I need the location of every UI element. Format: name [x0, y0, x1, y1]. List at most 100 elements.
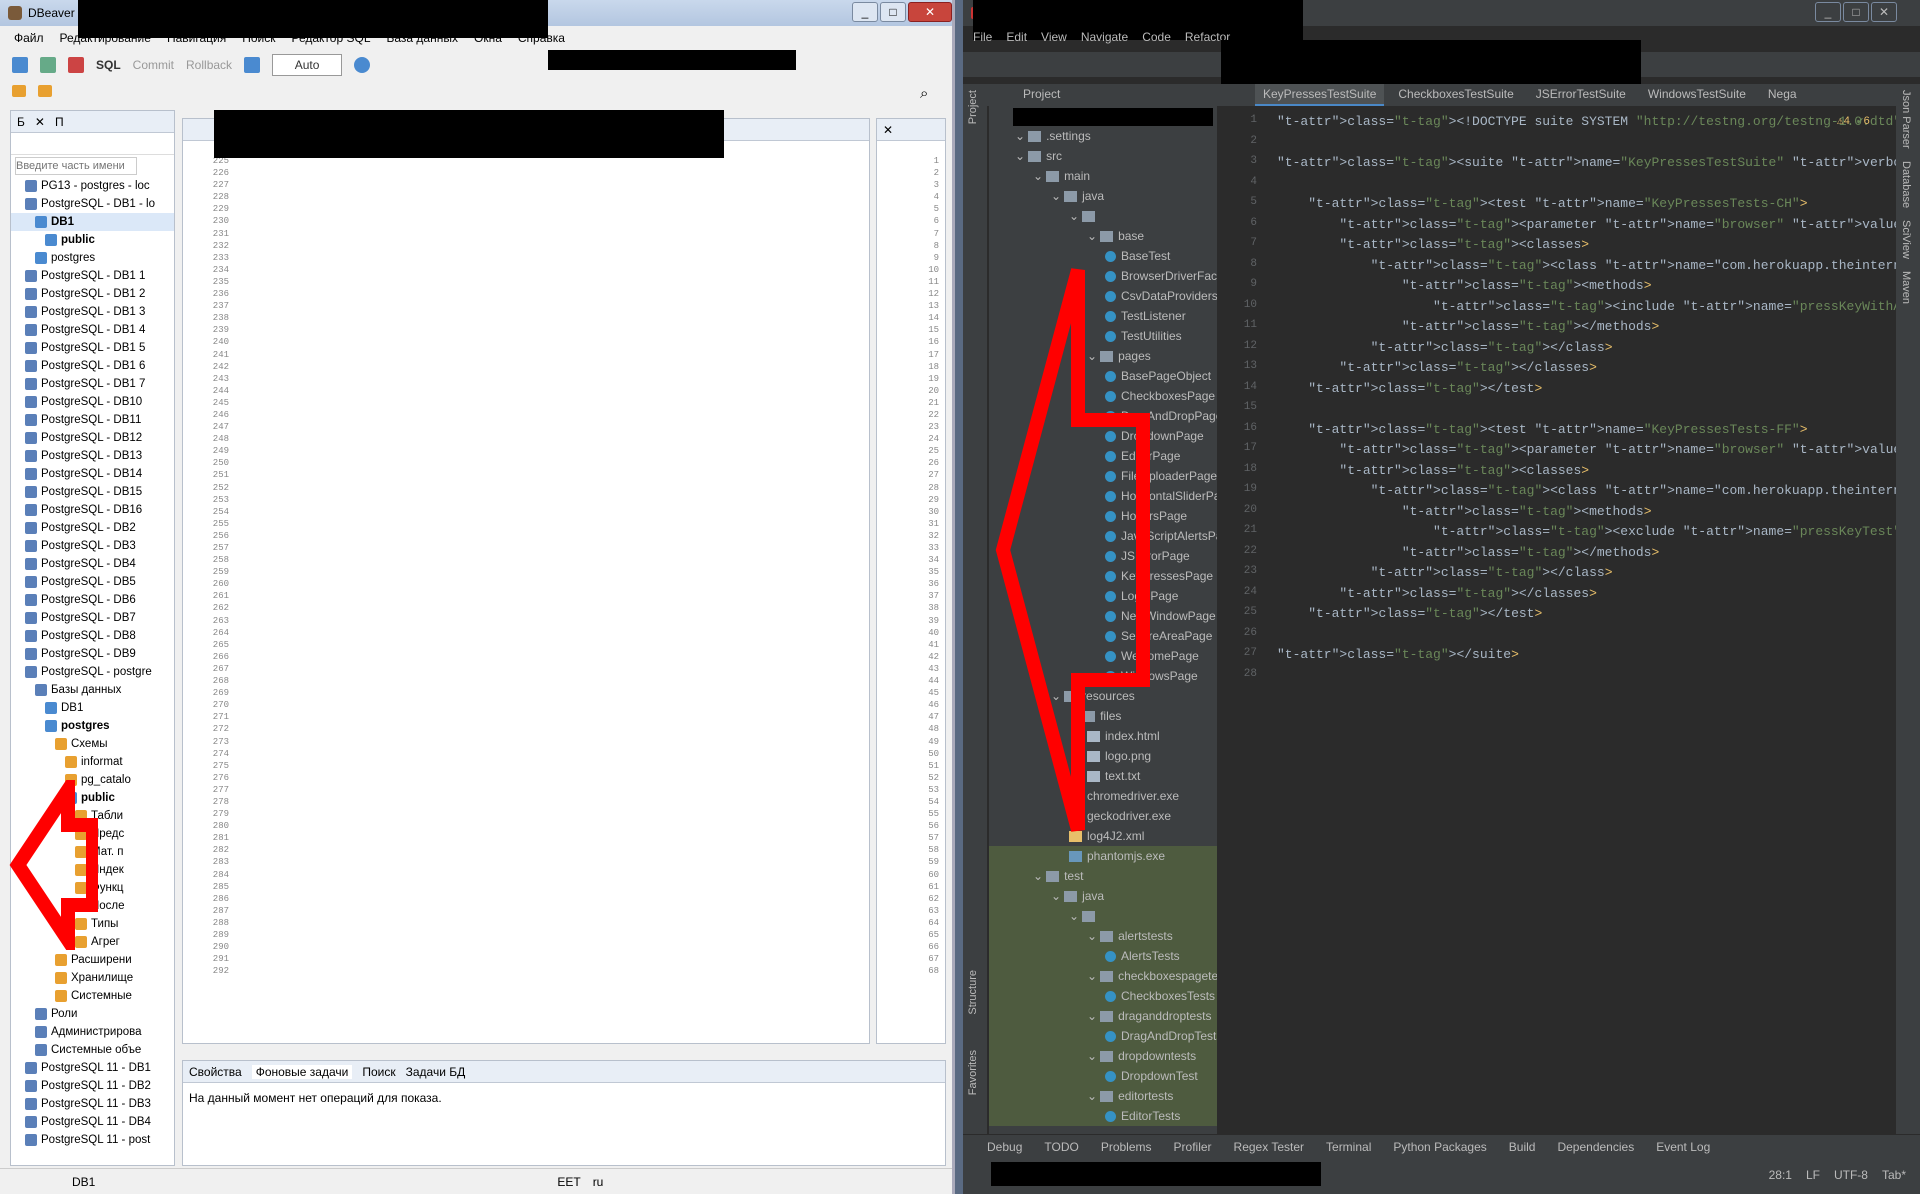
project-tree-item[interactable]: ⌄ dropdowntests	[989, 1046, 1217, 1066]
project-tree-item[interactable]: CheckboxesTests	[989, 986, 1217, 1006]
project-tree-item[interactable]: DropdownTest	[989, 1066, 1217, 1086]
project-tree-item[interactable]: ⌄ test	[989, 866, 1217, 886]
file-encoding[interactable]: UTF-8	[1834, 1168, 1868, 1182]
navigator-tree-item[interactable]: postgres	[11, 249, 174, 267]
cursor-position[interactable]: 28:1	[1769, 1168, 1792, 1182]
tool-window-button[interactable]: Build	[1509, 1140, 1536, 1154]
menu-item[interactable]: Navigate	[1081, 30, 1128, 44]
navigator-tree-item[interactable]: Схемы	[11, 735, 174, 753]
navigator-tree-item[interactable]: PostgreSQL - DB1 - lo	[11, 195, 174, 213]
tool-window-button[interactable]: TODO	[1044, 1140, 1078, 1154]
navigator-tree-item[interactable]: PostgreSQL 11 - DB3	[11, 1095, 174, 1113]
menu-item[interactable]: Редактор SQL	[291, 31, 370, 45]
line-separator[interactable]: LF	[1806, 1168, 1820, 1182]
chevron-down-icon[interactable]: ⌄	[1051, 189, 1061, 203]
menu-item[interactable]: View	[1041, 30, 1067, 44]
navigator-tree-item[interactable]: PostgreSQL - DB3	[11, 537, 174, 555]
project-view-label[interactable]: Project	[1023, 87, 1060, 101]
chevron-down-icon[interactable]: ⌄	[1015, 149, 1025, 163]
navigator-tree-item[interactable]: PostgreSQL - DB12	[11, 429, 174, 447]
transaction-mode-icon[interactable]	[244, 57, 261, 73]
navigator-tree-item[interactable]: Системные	[11, 987, 174, 1005]
chevron-down-icon[interactable]: ⌄	[1015, 129, 1025, 143]
menu-item[interactable]: Поиск	[242, 31, 275, 45]
chevron-down-icon[interactable]: ⌄	[1087, 1049, 1097, 1063]
navigator-tree-item[interactable]: Системные объе	[11, 1041, 174, 1059]
indent-setting[interactable]: Tab*	[1882, 1168, 1906, 1182]
project-tree-item[interactable]: ⌄ main	[989, 166, 1217, 186]
navigator-tree-item[interactable]: PostgreSQL - DB2	[11, 519, 174, 537]
navigator-tree-item[interactable]: PostgreSQL - DB8	[11, 627, 174, 645]
menu-item[interactable]: Файл	[14, 31, 44, 45]
navigator-tree-item[interactable]: PostgreSQL - DB1 7	[11, 375, 174, 393]
navigator-tree-item[interactable]: PostgreSQL - DB1 5	[11, 339, 174, 357]
tab-navigator[interactable]: Б	[17, 115, 25, 129]
project-tree-item[interactable]: EditorTests	[989, 1106, 1217, 1126]
tool-window-button[interactable]: Terminal	[1326, 1140, 1371, 1154]
navigator-tree-item[interactable]: PostgreSQL - DB1 2	[11, 285, 174, 303]
navigator-tree-item[interactable]: postgres	[11, 717, 174, 735]
disconnect-icon[interactable]	[68, 57, 84, 73]
chevron-down-icon[interactable]: ⌄	[1069, 209, 1079, 223]
navigator-tree-item[interactable]: PostgreSQL 11 - DB2	[11, 1077, 174, 1095]
project-tree-item[interactable]: DragAndDropTests	[989, 1026, 1217, 1046]
navigator-tree-item[interactable]: DB1	[11, 213, 174, 231]
chevron-down-icon[interactable]: ⌄	[1087, 929, 1097, 943]
favorites-tool-button[interactable]: Favorites	[963, 1044, 983, 1101]
menu-item[interactable]: Навигация	[167, 31, 226, 45]
navigator-tree-item[interactable]: PostgreSQL - DB1 4	[11, 321, 174, 339]
tool-window-button[interactable]: Python Packages	[1393, 1140, 1486, 1154]
navigator-tree-item[interactable]: PostgreSQL - DB1 3	[11, 303, 174, 321]
chevron-down-icon[interactable]: ⌄	[1087, 229, 1097, 243]
navigator-tree-item[interactable]: PostgreSQL - DB5	[11, 573, 174, 591]
editor-tab[interactable]: JSErrorTestSuite	[1528, 84, 1634, 106]
project-tree-item[interactable]: ⌄ base	[989, 226, 1217, 246]
project-tree-item[interactable]: ⌄ draganddroptests	[989, 1006, 1217, 1026]
chevron-down-icon[interactable]: ⌄	[1087, 1089, 1097, 1103]
minimize-button[interactable]: _	[852, 2, 878, 22]
chevron-down-icon[interactable]: ⌄	[1087, 1009, 1097, 1023]
editor-tab[interactable]: Nega	[1760, 84, 1805, 106]
menu-item[interactable]: Code	[1142, 30, 1171, 44]
navigator-tree-item[interactable]: PostgreSQL - DB13	[11, 447, 174, 465]
project-tree-item[interactable]: ⌄ .settings	[989, 126, 1217, 146]
back-icon[interactable]	[12, 85, 26, 97]
tool-window-button[interactable]: Regex Tester	[1234, 1140, 1304, 1154]
navigator-tree-item[interactable]: PG13 - postgres - loc	[11, 177, 174, 195]
navigator-tree-item[interactable]: PostgreSQL 11 - DB1	[11, 1059, 174, 1077]
database-tool-button[interactable]: Database	[1896, 155, 1916, 214]
tool-window-button[interactable]: Profiler	[1174, 1140, 1212, 1154]
project-tool-button[interactable]: Project	[963, 84, 983, 130]
navigator-tree-item[interactable]: PostgreSQL - postgre	[11, 663, 174, 681]
menu-item[interactable]: База данных	[387, 31, 458, 45]
navigator-tree-item[interactable]: public	[11, 231, 174, 249]
navigator-tree-item[interactable]: PostgreSQL - DB1 6	[11, 357, 174, 375]
chevron-down-icon[interactable]: ⌄	[1051, 889, 1061, 903]
navigator-tree-item[interactable]: Базы данных	[11, 681, 174, 699]
json-parser-tool-button[interactable]: Json Parser	[1896, 84, 1916, 155]
bottom-tab[interactable]: Задачи БД	[406, 1065, 466, 1079]
menu-item[interactable]: File	[973, 30, 992, 44]
editor-tab[interactable]: CheckboxesTestSuite	[1390, 84, 1521, 106]
navigator-tree-item[interactable]: PostgreSQL - DB4	[11, 555, 174, 573]
minimize-button[interactable]: _	[1815, 2, 1841, 22]
project-tree-item[interactable]: AlertsTests	[989, 946, 1217, 966]
navigator-tree-item[interactable]: Хранилище	[11, 969, 174, 987]
menu-item[interactable]: Редактирование	[60, 31, 151, 45]
auto-commit-select[interactable]: Auto	[272, 54, 343, 76]
navigator-tree-item[interactable]: PostgreSQL - DB6	[11, 591, 174, 609]
project-tree-item[interactable]: ⌄	[989, 906, 1217, 926]
navigator-tree-item[interactable]: PostgreSQL - DB1 1	[11, 267, 174, 285]
new-connection-icon[interactable]	[12, 57, 28, 73]
history-icon[interactable]	[354, 57, 371, 73]
close-icon[interactable]: ✕	[35, 115, 45, 129]
project-tree-item[interactable]: ⌄ checkboxespagetests	[989, 966, 1217, 986]
project-tree-item[interactable]: ⌄ java	[989, 186, 1217, 206]
editor-text-area[interactable]	[233, 149, 849, 1003]
rollback-button[interactable]: Rollback	[186, 58, 232, 72]
navigator-tree-item[interactable]: PostgreSQL - DB11	[11, 411, 174, 429]
navigator-tree-item[interactable]: PostgreSQL - DB9	[11, 645, 174, 663]
project-tree-item[interactable]: ⌄ alertstests	[989, 926, 1217, 946]
navigator-tree-item[interactable]: PostgreSQL - DB7	[11, 609, 174, 627]
project-tree-item[interactable]: phantomjs.exe	[989, 846, 1217, 866]
